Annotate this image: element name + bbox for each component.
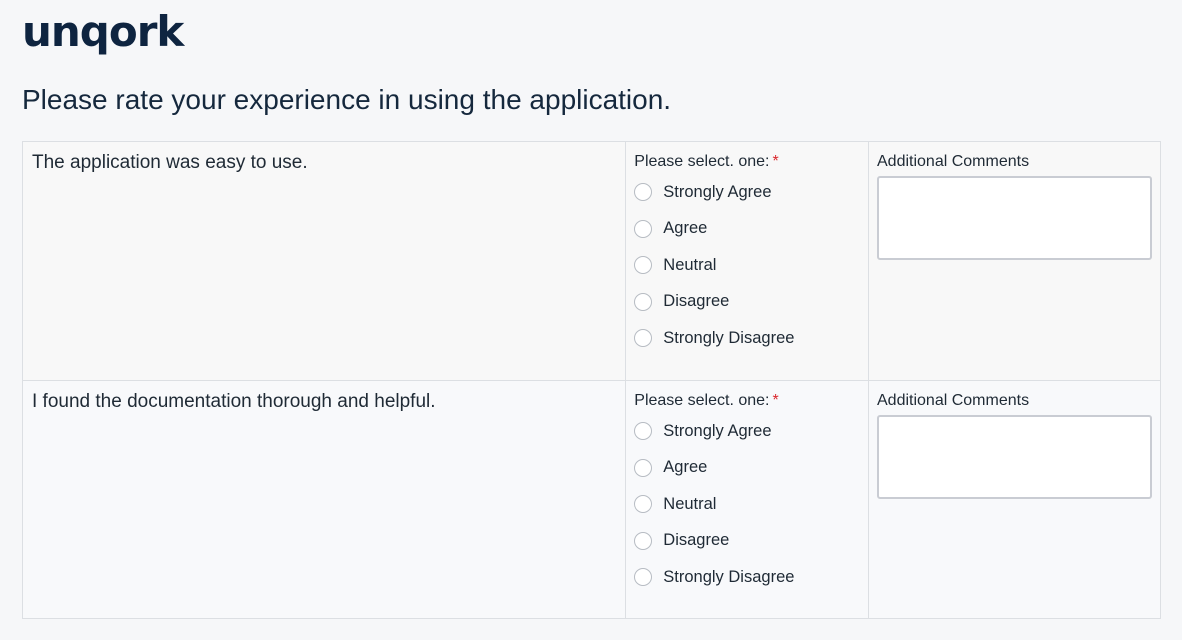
- radio-button[interactable]: [634, 531, 653, 550]
- radio-option-strongly-disagree[interactable]: Strongly Disagree: [634, 559, 860, 596]
- rating-radio-group: Please select. one: * Strongly Agree Agre…: [626, 381, 869, 618]
- radio-button[interactable]: [634, 183, 653, 202]
- rating-radio-group: Please select. one: * Strongly Agree Agre…: [626, 142, 869, 380]
- required-asterisk: *: [772, 153, 779, 170]
- radio-button[interactable]: [634, 256, 653, 275]
- radio-button[interactable]: [634, 422, 653, 441]
- select-label: Please select. one: *: [634, 152, 860, 172]
- radio-option-neutral[interactable]: Neutral: [634, 486, 860, 523]
- radio-button[interactable]: [634, 292, 653, 311]
- radio-option-disagree[interactable]: Disagree: [634, 523, 860, 560]
- radio-button[interactable]: [634, 458, 653, 477]
- radio-list: Strongly Agree Agree Neutral Disagree St…: [634, 413, 860, 596]
- radio-label: Disagree: [663, 292, 730, 311]
- radio-option-strongly-disagree[interactable]: Strongly Disagree: [634, 320, 860, 357]
- unqork-logo: unqork: [22, 7, 184, 56]
- radio-label: Agree: [663, 219, 708, 238]
- radio-option-agree[interactable]: Agree: [634, 211, 860, 248]
- radio-list: Strongly Agree Agree Neutral Disagree St…: [634, 174, 860, 357]
- radio-label: Disagree: [663, 531, 730, 550]
- select-label-text: Please select. one:: [634, 153, 770, 170]
- radio-option-agree[interactable]: Agree: [634, 450, 860, 487]
- radio-label: Strongly Disagree: [663, 567, 795, 586]
- comments-textarea[interactable]: [877, 176, 1152, 260]
- radio-button[interactable]: [634, 329, 653, 348]
- radio-button[interactable]: [634, 495, 653, 514]
- radio-option-disagree[interactable]: Disagree: [634, 284, 860, 321]
- radio-label: Neutral: [663, 494, 717, 513]
- comments-cell: Additional Comments: [869, 142, 1160, 380]
- radio-option-neutral[interactable]: Neutral: [634, 247, 860, 284]
- radio-label: Strongly Agree: [663, 182, 772, 201]
- comments-label: Additional Comments: [877, 153, 1030, 170]
- survey-row: The application was easy to use. Please …: [23, 142, 1160, 380]
- question-statement: I found the documentation thorough and h…: [23, 381, 627, 618]
- radio-label: Neutral: [663, 255, 717, 274]
- select-label: Please select. one: *: [634, 391, 860, 411]
- radio-label: Strongly Disagree: [663, 328, 795, 347]
- radio-label: Agree: [663, 458, 708, 477]
- survey-row: I found the documentation thorough and h…: [23, 380, 1160, 618]
- radio-button[interactable]: [634, 219, 653, 238]
- radio-button[interactable]: [634, 568, 653, 587]
- required-asterisk: *: [772, 392, 779, 409]
- comments-textarea[interactable]: [877, 415, 1152, 499]
- radio-option-strongly-agree[interactable]: Strongly Agree: [634, 413, 860, 450]
- page-title: Please rate your experience in using the…: [22, 84, 672, 115]
- survey-table: The application was easy to use. Please …: [22, 141, 1161, 619]
- radio-label: Strongly Agree: [663, 421, 772, 440]
- comments-cell: Additional Comments: [869, 381, 1160, 618]
- question-statement: The application was easy to use.: [23, 142, 627, 380]
- radio-option-strongly-agree[interactable]: Strongly Agree: [634, 174, 860, 211]
- comments-label: Additional Comments: [877, 392, 1030, 409]
- survey-page: unqork Please rate your experience in us…: [0, 0, 1182, 640]
- select-label-text: Please select. one:: [634, 392, 770, 409]
